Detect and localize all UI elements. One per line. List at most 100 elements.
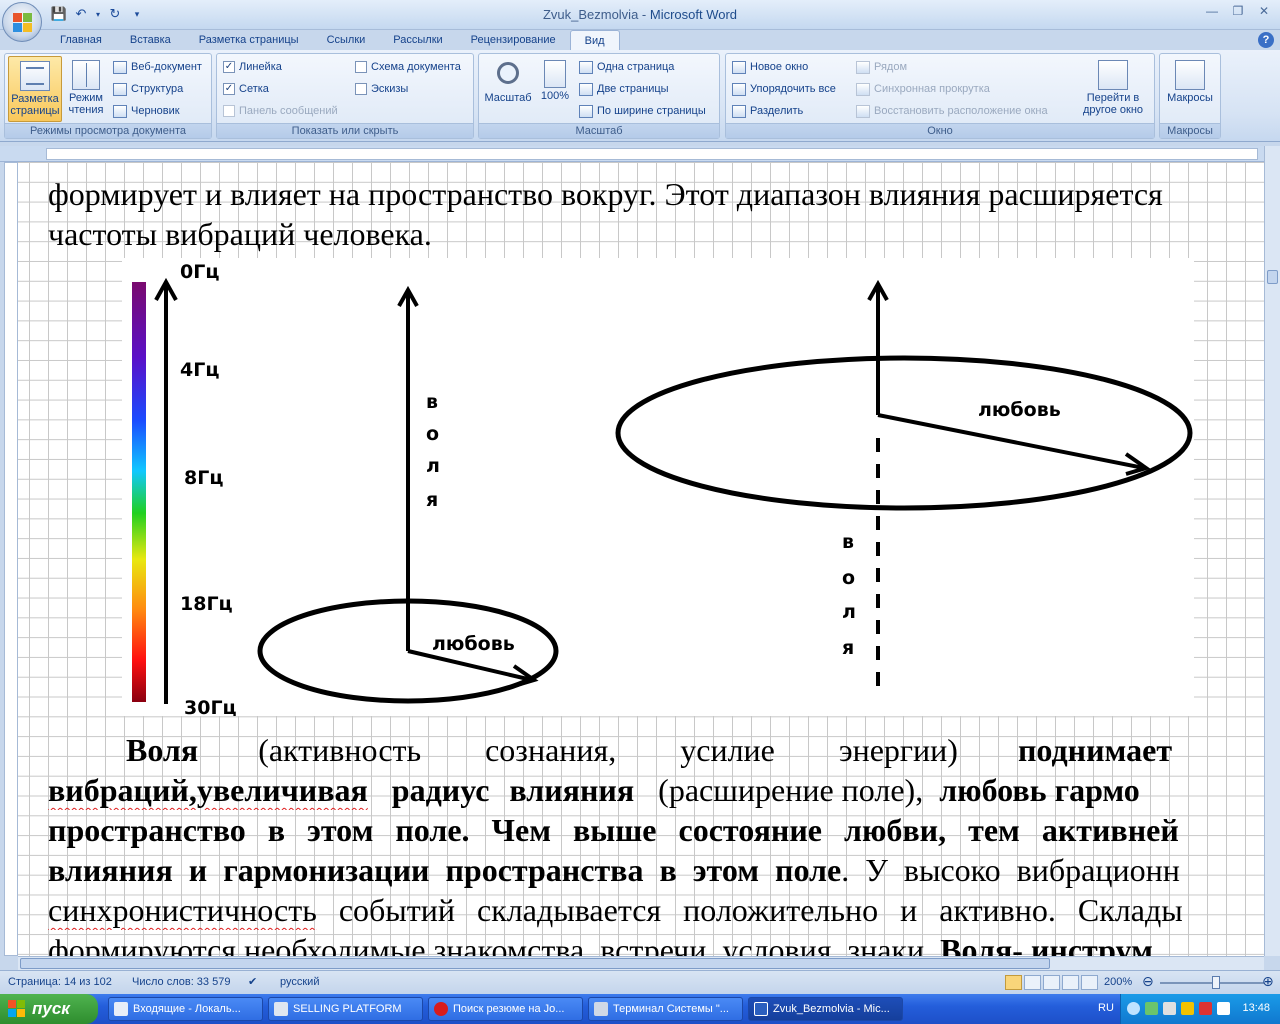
- two-pages-button[interactable]: Две страницы: [579, 80, 669, 98]
- task-word-label: Zvuk_Bezmolvia - Mic...: [773, 1003, 890, 1015]
- task-inbox[interactable]: Входящие - Локаль...: [108, 997, 263, 1021]
- tray-app-icon[interactable]: [1163, 1002, 1176, 1015]
- vertical-scroll-thumb[interactable]: [1267, 270, 1278, 284]
- network-icon[interactable]: [1145, 1002, 1158, 1015]
- freq-label-0: 0Гц: [180, 261, 219, 283]
- thumbnails-label: Эскизы: [371, 83, 409, 95]
- two-pages-label: Две страницы: [597, 83, 669, 95]
- tray-doc-icon[interactable]: [1217, 1002, 1230, 1015]
- tab-home[interactable]: Главная: [46, 30, 116, 50]
- proofing-icon[interactable]: ✔: [248, 975, 264, 989]
- print-layout-view-icon[interactable]: [1005, 975, 1022, 990]
- zoom-slider-knob[interactable]: [1212, 976, 1220, 989]
- horizontal-ruler[interactable]: [0, 146, 1264, 162]
- outline-label: Структура: [131, 83, 184, 95]
- task-selling-platform-label: SELLING PLATFORM: [293, 1003, 402, 1015]
- draft-button[interactable]: Черновик: [113, 102, 180, 120]
- message-bar-checkbox[interactable]: Панель сообщений: [223, 102, 338, 120]
- page-width-button[interactable]: По ширине страницы: [579, 102, 706, 120]
- web-layout-icon: [113, 60, 127, 74]
- ribbon: Разметка страницы Режим чтения Веб-докум…: [0, 50, 1280, 142]
- tab-review[interactable]: Рецензирование: [457, 30, 570, 50]
- freq-label-30: 30Гц: [184, 697, 237, 716]
- one-page-button[interactable]: Одна страница: [579, 58, 674, 76]
- arrange-all-label: Упорядочить все: [750, 83, 836, 95]
- grid-checkbox[interactable]: ✓ Сетка: [223, 80, 269, 98]
- zoom-level[interactable]: 200%: [1104, 976, 1132, 988]
- ruler-check-icon: ✓: [223, 61, 235, 73]
- tab-view[interactable]: Вид: [569, 30, 620, 50]
- sync-scroll-button[interactable]: Синхронная прокрутка: [856, 80, 990, 98]
- office-button[interactable]: [2, 2, 42, 42]
- vibration-diagram[interactable]: 0Гц 4Гц 8Гц 18Гц 30Гц в о л я любовь в о…: [122, 258, 1194, 719]
- vertical-scrollbar[interactable]: [1264, 146, 1280, 956]
- arrange-all-button[interactable]: Упорядочить все: [732, 80, 836, 98]
- zoom-out-icon[interactable]: ⊖: [1142, 973, 1154, 990]
- sync-scroll-label: Синхронная прокрутка: [874, 83, 990, 95]
- clock[interactable]: 13:48: [1242, 1002, 1270, 1014]
- tab-insert[interactable]: Вставка: [116, 30, 185, 50]
- tab-page-layout[interactable]: Разметка страницы: [185, 30, 313, 50]
- reset-window-position-label: Восстановить расположение окна: [874, 105, 1048, 117]
- antivirus-icon[interactable]: [1199, 1002, 1212, 1015]
- horizontal-scroll-thumb[interactable]: [20, 958, 1050, 969]
- vertical-ruler[interactable]: [4, 162, 18, 956]
- switch-windows-button[interactable]: Перейти в другое окно: [1074, 56, 1152, 122]
- switch-windows-label: Перейти в другое окно: [1082, 92, 1144, 116]
- para-line-3: пространство в этом поле. Чем выше состо…: [48, 810, 1264, 850]
- task-selling-platform[interactable]: SELLING PLATFORM: [268, 997, 423, 1021]
- para-line-2: вибраций,увеличивая радиус влияния (расш…: [48, 770, 1264, 810]
- split-button[interactable]: Разделить: [732, 102, 803, 120]
- doc-line-1: формирует и влияет на пространство вокру…: [48, 176, 1163, 212]
- tab-references[interactable]: Ссылки: [313, 30, 380, 50]
- outline-button[interactable]: Структура: [113, 80, 183, 98]
- horizontal-scrollbar[interactable]: [18, 956, 1264, 970]
- minimize-icon[interactable]: —: [1202, 4, 1222, 22]
- volume-icon[interactable]: [1181, 1002, 1194, 1015]
- task-job-search[interactable]: Поиск резюме на Jo...: [428, 997, 583, 1021]
- language-indicator[interactable]: русский: [280, 976, 319, 988]
- opera-icon: [434, 1002, 448, 1016]
- outline-view-icon[interactable]: [1062, 975, 1079, 990]
- zoom-100-button[interactable]: 100%: [535, 56, 575, 122]
- full-screen-view-icon[interactable]: [1024, 975, 1041, 990]
- word-count[interactable]: Число слов: 33 579: [132, 976, 230, 988]
- side-by-side-button[interactable]: Рядом: [856, 58, 907, 76]
- document-map-checkbox[interactable]: Схема документа: [355, 58, 461, 76]
- web-layout-button[interactable]: Веб-документ: [113, 58, 202, 76]
- task-terminal-label: Терминал Системы "...: [613, 1003, 729, 1015]
- page-width-icon: [579, 104, 593, 118]
- task-terminal[interactable]: Терминал Системы "...: [588, 997, 743, 1021]
- large-love-arrow: [877, 413, 1145, 470]
- ruler-checkbox[interactable]: ✓ Линейка: [223, 58, 282, 76]
- freq-label-4: 4Гц: [180, 359, 219, 381]
- reset-window-position-button[interactable]: Восстановить расположение окна: [856, 102, 1048, 120]
- zoom-in-icon[interactable]: ⊕: [1262, 973, 1274, 990]
- page-count[interactable]: Страница: 14 из 102: [8, 976, 112, 988]
- restore-icon[interactable]: ❐: [1228, 4, 1248, 22]
- input-language[interactable]: RU: [1098, 1002, 1114, 1014]
- app-name: Microsoft Word: [649, 7, 738, 22]
- arrange-all-icon: [732, 82, 746, 96]
- help-tray-icon[interactable]: [1127, 1002, 1140, 1015]
- draft-view-icon[interactable]: [1081, 975, 1098, 990]
- macros-button[interactable]: Макросы: [1162, 56, 1218, 122]
- web-view-icon[interactable]: [1043, 975, 1060, 990]
- new-window-button[interactable]: Новое окно: [732, 58, 808, 76]
- para-line-6: формируются необходимые знакомства, встр…: [48, 930, 1264, 956]
- doc-line-2: частоты вибраций человека.: [48, 216, 432, 252]
- close-icon[interactable]: ✕: [1254, 4, 1274, 22]
- thumbnails-checkbox[interactable]: Эскизы: [355, 80, 408, 98]
- start-button[interactable]: пуск: [0, 994, 98, 1024]
- task-word[interactable]: Zvuk_Bezmolvia - Mic...: [748, 997, 903, 1021]
- volya-letter-r1: в: [842, 531, 854, 553]
- ribbon-tabs: Главная Вставка Разметка страницы Ссылки…: [46, 30, 620, 50]
- page-layout-button[interactable]: Разметка страницы: [8, 56, 62, 122]
- text-synchronicity: синхронистичность: [48, 892, 317, 928]
- reading-mode-button[interactable]: Режим чтения: [63, 56, 109, 122]
- freq-label-18: 18Гц: [180, 593, 233, 615]
- zoom-button[interactable]: Масштаб: [481, 56, 535, 122]
- tab-mailings[interactable]: Рассылки: [379, 30, 456, 50]
- document-page[interactable]: формирует и влияет на пространство вокру…: [18, 162, 1264, 956]
- help-icon[interactable]: ?: [1258, 32, 1274, 48]
